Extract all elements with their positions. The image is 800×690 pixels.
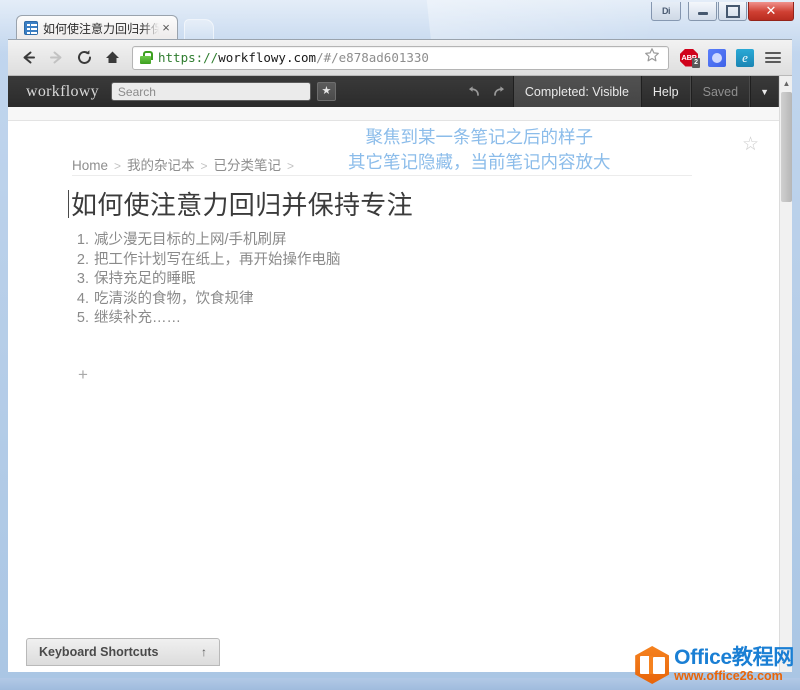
breadcrumb-item-home[interactable]: Home [72,158,108,173]
search-star-button[interactable]: ★ [317,82,336,101]
undo-icon[interactable] [461,76,487,107]
keyboard-shortcuts-bar[interactable]: Keyboard Shortcuts ↑ [26,638,220,666]
text-cursor [68,190,69,218]
close-button[interactable]: ✕ [748,2,794,21]
annotation-overlay: 聚焦到某一条笔记之后的样子 其它笔记隐藏，当前笔记内容放大 [348,125,611,175]
list-item[interactable]: 3. 保持充足的睡眠 [70,270,341,290]
keyboard-shortcuts-label: Keyboard Shortcuts [39,645,201,659]
breadcrumb-separator: > [114,159,121,173]
add-item-button[interactable]: + [78,366,88,383]
page-scrollbar[interactable]: ▲ [779,76,792,672]
workflowy-logo[interactable]: workflowy [8,83,111,101]
url-text: https://workflowy.com/#/e878ad601330 [158,50,638,65]
annotation-line-1: 聚焦到某一条笔记之后的样子 [348,125,611,150]
window-bottom-edge [0,678,800,690]
extension-blue-circle[interactable] [704,45,730,71]
page-title[interactable]: 如何使注意力回归并保持专注 [71,185,413,222]
breadcrumb: Home > 我的杂记本 > 已分类笔记 > [72,154,300,174]
tab-close-icon[interactable]: × [159,21,173,35]
url-scheme: https:// [158,50,218,65]
browser-menu-button[interactable] [760,45,786,71]
favorite-star-icon[interactable]: ☆ [742,135,759,154]
breadcrumb-item-categorized[interactable]: 已分类笔记 [214,154,282,174]
back-arrow-icon[interactable] [14,44,42,72]
note-list: 1. 减少漫无目标的上网/手机刷屏 2. 把工作计划写在纸上，再开始操作电脑 3… [70,231,341,329]
list-item-number: 2. [70,251,89,271]
expand-up-arrow-icon[interactable]: ↑ [201,645,207,659]
hamburger-menu-icon [765,50,781,66]
language-indicator[interactable]: Di [651,2,681,21]
help-button[interactable]: Help [641,76,691,107]
breadcrumb-separator: > [201,159,208,173]
list-item-number: 5. [70,309,89,329]
search-input[interactable] [111,82,311,101]
breadcrumb-separator: > [287,159,294,173]
home-icon[interactable] [98,44,126,72]
saved-status: Saved [691,76,750,107]
list-item-text[interactable]: 吃清淡的食物，饮食规律 [94,290,254,310]
scroll-up-arrow-icon[interactable]: ▲ [780,76,792,90]
tab-favicon-icon [24,21,38,35]
new-tab-button[interactable] [184,19,214,40]
toolbar-underbar [8,107,779,121]
blue-circle-icon [708,49,726,67]
account-dropdown-button[interactable]: ▼ [750,76,779,107]
list-item-text[interactable]: 减少漫无目标的上网/手机刷屏 [94,231,287,251]
scrollbar-thumb[interactable] [781,92,792,202]
list-item-number: 3. [70,270,89,290]
page-viewport: workflowy ★ Completed: Visible Help Save… [8,75,792,672]
secure-lock-icon [140,51,151,64]
list-item-text[interactable]: 继续补充…… [94,309,181,329]
list-item-number: 1. [70,231,89,251]
url-path: /#/e878ad601330 [316,50,429,65]
completed-visible-button[interactable]: Completed: Visible [513,76,641,107]
extension-e[interactable]: e [732,45,758,71]
list-item[interactable]: 1. 减少漫无目标的上网/手机刷屏 [70,231,341,251]
browser-window: 如何使注意力回归并保持专注 × Di ✕ https://workflowy.c… [0,0,800,690]
url-host: workflowy.com [218,50,316,65]
browser-tab[interactable]: 如何使注意力回归并保持专注 × [16,15,178,40]
tab-strip: 如何使注意力回归并保持专注 × Di ✕ [0,0,800,36]
list-item[interactable]: 4. 吃清淡的食物，饮食规律 [70,290,341,310]
list-item[interactable]: 2. 把工作计划写在纸上，再开始操作电脑 [70,251,341,271]
list-item[interactable]: 5. 继续补充…… [70,309,341,329]
e-icon: e [736,49,754,67]
abp-badge-count: 2 [692,58,700,68]
search-area: ★ [111,82,336,101]
breadcrumb-item-notebook[interactable]: 我的杂记本 [127,154,195,174]
window-controls: Di ✕ [651,2,794,21]
address-bar[interactable]: https://workflowy.com/#/e878ad601330 [132,46,669,70]
forward-arrow-icon [42,44,70,72]
extension-adblock-plus[interactable]: ABP 2 [676,45,702,71]
redo-icon[interactable] [487,76,513,107]
workflowy-toolbar: workflowy ★ Completed: Visible Help Save… [8,76,779,107]
minimize-button[interactable] [688,2,717,21]
list-item-number: 4. [70,290,89,310]
document-title-row[interactable]: 如何使注意力回归并保持专注 [68,185,413,222]
breadcrumb-divider [72,175,692,176]
tab-title: 如何使注意力回归并保持专注 [43,20,159,37]
list-item-text[interactable]: 保持充足的睡眠 [94,270,196,290]
annotation-line-2: 其它笔记隐藏，当前笔记内容放大 [348,150,611,175]
browser-toolbar: https://workflowy.com/#/e878ad601330 ABP… [8,39,792,75]
maximize-button[interactable] [718,2,747,21]
list-item-text[interactable]: 把工作计划写在纸上，再开始操作电脑 [94,251,341,271]
bookmark-star-icon[interactable] [644,47,662,68]
reload-icon[interactable] [70,44,98,72]
